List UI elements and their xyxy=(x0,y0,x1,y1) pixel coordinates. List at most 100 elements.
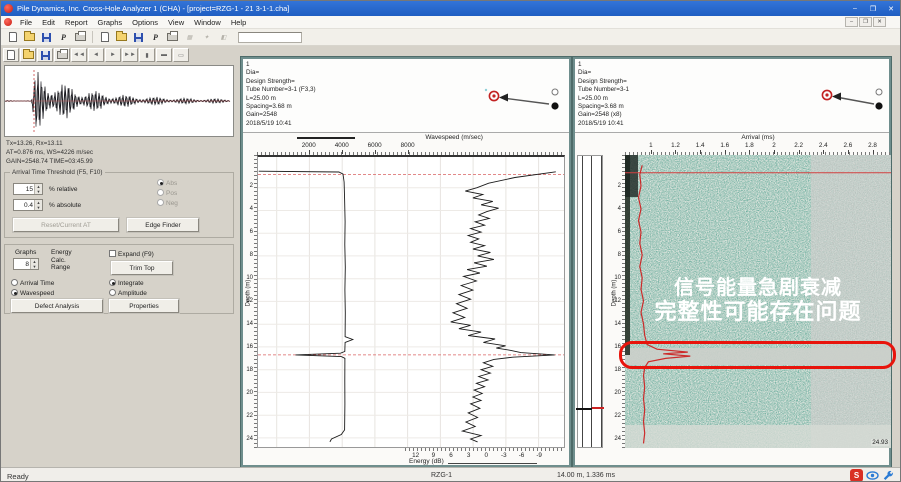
preview-button[interactable]: P xyxy=(55,30,72,45)
tick-label: 1 xyxy=(649,142,653,149)
strip-line xyxy=(582,156,583,447)
waveform-display[interactable] xyxy=(4,65,234,137)
title-bar: Pile Dynamics, Inc. Cross-Hole Analyzer … xyxy=(1,1,900,16)
child-restore-button[interactable]: ❐ xyxy=(859,17,872,27)
tube-connector-line xyxy=(836,97,874,104)
group-title: Arrival Time Threshold (F5, F10) xyxy=(10,169,105,176)
close-button[interactable]: ✕ xyxy=(882,2,900,15)
wave-open-button[interactable] xyxy=(20,48,36,62)
menu-item[interactable]: Report xyxy=(60,18,93,27)
child-minimize-button[interactable]: – xyxy=(845,17,858,27)
menu-item[interactable]: Window xyxy=(189,18,226,27)
wave-cursor-button[interactable]: ▮ xyxy=(139,48,155,62)
annotation-line-2: 完整性可能存在问题 xyxy=(625,294,891,326)
tick-label: 9 xyxy=(432,452,436,459)
profile-header-text: 1Dia=Design Strength=Tube Number=3-1 (F3… xyxy=(246,61,316,128)
spinner-arrows[interactable]: ▲▼ xyxy=(34,200,42,210)
graphs-label: Graphs xyxy=(15,249,36,256)
polarity-pos-option[interactable]: Pos xyxy=(157,189,177,197)
child-close-button[interactable]: ✕ xyxy=(873,17,886,27)
print-project-button[interactable] xyxy=(164,30,181,45)
tick-label: 4 xyxy=(250,206,253,212)
spin-down-icon[interactable]: ▼ xyxy=(31,264,38,269)
series-wavespeed xyxy=(259,171,353,442)
wave-baseline-button[interactable]: ▬ xyxy=(156,48,172,62)
polarity-neg-option[interactable]: Neg xyxy=(157,199,178,207)
wave-box-button[interactable]: ▭ xyxy=(173,48,189,62)
capture-tool-icon[interactable]: S xyxy=(850,469,863,482)
toolbar-input-field[interactable] xyxy=(238,32,302,43)
open-button[interactable] xyxy=(21,30,38,45)
integrate-option[interactable]: Integrate xyxy=(109,279,144,287)
menu-item[interactable]: Graphs xyxy=(93,18,128,27)
tube-position-diagram xyxy=(777,59,889,131)
new-button[interactable] xyxy=(4,30,21,45)
printer-icon xyxy=(167,33,178,41)
wave-new-button[interactable] xyxy=(3,48,19,62)
depth-select-strip[interactable] xyxy=(577,155,603,448)
edge-finder-button[interactable]: Edge Finder xyxy=(127,218,199,232)
tick-label: 20 xyxy=(614,390,621,396)
save-project-button[interactable] xyxy=(130,30,147,45)
relative-threshold-spinner[interactable]: 15 ▲▼ xyxy=(13,183,43,195)
menu-item[interactable]: Options xyxy=(127,18,163,27)
eye-icon[interactable] xyxy=(866,469,879,482)
receiver-tube-marker[interactable] xyxy=(551,102,558,109)
expand-checkbox[interactable]: Expand (F9) xyxy=(109,250,154,258)
open-folder-icon xyxy=(116,33,127,41)
save-button[interactable] xyxy=(38,30,55,45)
depth-axis-left: Depth (m) 24681012141618202224 xyxy=(243,155,257,448)
preview-project-button[interactable]: P xyxy=(147,30,164,45)
tick-label: -9 xyxy=(536,452,542,459)
tick-label: 16 xyxy=(246,344,253,350)
amplitude-option[interactable]: Amplitude xyxy=(109,289,147,297)
wave-next-button[interactable]: ► xyxy=(105,48,121,62)
info-line-gain-time: GAIN=2548.74 TIME=03:45.99 xyxy=(6,158,93,167)
option-label: Expand (F9) xyxy=(118,251,154,258)
spin-down-icon[interactable]: ▼ xyxy=(35,205,42,210)
tick-label: 8000 xyxy=(401,142,415,149)
spin-down-icon[interactable]: ▼ xyxy=(35,189,42,194)
restore-button[interactable]: ❐ xyxy=(864,2,882,15)
spinner-arrows[interactable]: ▲▼ xyxy=(30,259,38,269)
menu-item[interactable]: Edit xyxy=(37,18,60,27)
arrival-waterfall-display[interactable]: 信号能量急剧衰减 完整性可能存在问题 24.93 xyxy=(625,155,891,448)
tube-connector-line xyxy=(503,98,549,104)
tick-label: 1.6 xyxy=(720,142,729,149)
wave-save-button[interactable] xyxy=(37,48,53,62)
defect-analysis-button[interactable]: Defect Analysis xyxy=(11,299,103,313)
wave-first-button[interactable]: ◄◄ xyxy=(71,48,87,62)
new-project-button[interactable] xyxy=(96,30,113,45)
menu-item[interactable]: File xyxy=(15,18,37,27)
minimize-button[interactable]: – xyxy=(846,2,864,15)
properties-button[interactable]: Properties xyxy=(109,299,179,313)
wave-last-button[interactable]: ►► xyxy=(122,48,138,62)
option-label: Abs xyxy=(166,180,177,187)
profile-plot-area[interactable] xyxy=(257,155,565,448)
menu-item[interactable]: Help xyxy=(226,18,251,27)
arrival-time-option[interactable]: Arrival Time xyxy=(11,279,54,287)
absolute-threshold-spinner[interactable]: 0.4 ▲▼ xyxy=(13,199,43,211)
tick-label: 14 xyxy=(246,321,253,327)
current-depth-marker[interactable] xyxy=(576,408,592,410)
wave-print-button[interactable] xyxy=(54,48,70,62)
radio-icon xyxy=(157,179,164,186)
tick-label: 10 xyxy=(614,275,621,281)
spinner-arrows[interactable]: ▲▼ xyxy=(34,184,42,194)
wave-prev-button[interactable]: ◄ xyxy=(88,48,104,62)
wrench-icon[interactable] xyxy=(882,470,894,482)
menu-item[interactable]: View xyxy=(163,18,189,27)
header-line: Design Strength= xyxy=(578,78,629,86)
open-project-button[interactable] xyxy=(113,30,130,45)
polarity-abs-option[interactable]: Abs xyxy=(157,179,177,187)
wavespeed-option[interactable]: Wavespeed xyxy=(11,289,54,297)
print-button[interactable] xyxy=(72,30,89,45)
arrowhead-icon xyxy=(832,93,841,101)
graphs-count-spinner[interactable]: 8 ▲▼ xyxy=(13,258,39,270)
application-window: Pile Dynamics, Inc. Cross-Hole Analyzer … xyxy=(0,0,901,482)
tube-2-marker xyxy=(876,89,882,95)
receiver-tube-marker[interactable] xyxy=(875,102,882,109)
depth-axis-right: Depth (m) 24681012141618202224 xyxy=(603,155,625,448)
trim-top-button[interactable]: Trim Top xyxy=(111,261,173,275)
reset-current-at-button[interactable]: Reset/Current AT xyxy=(13,218,119,232)
